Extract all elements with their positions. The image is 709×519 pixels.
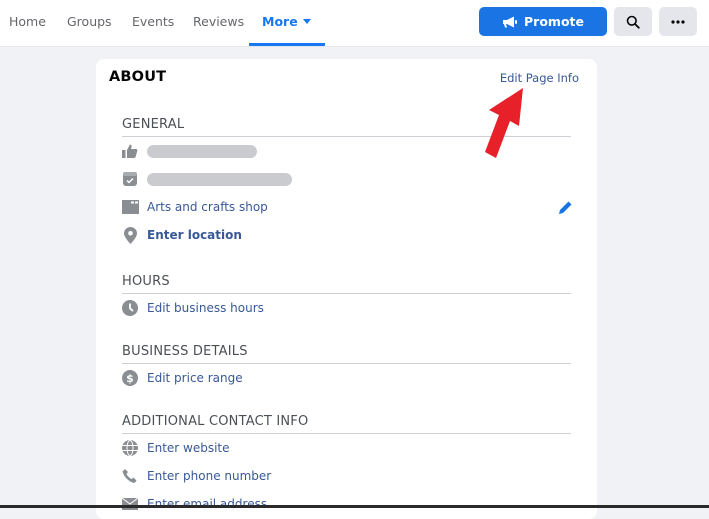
about-title: ABOUT xyxy=(109,69,167,85)
megaphone-icon xyxy=(503,16,517,27)
more-options-button[interactable] xyxy=(659,7,697,36)
caret-down-icon xyxy=(302,19,311,24)
price-range-row[interactable]: $ Edit price range xyxy=(122,364,571,392)
enter-email-link[interactable]: Enter email address xyxy=(147,497,267,511)
hours-heading: HOURS xyxy=(122,274,571,294)
enter-location-link[interactable]: Enter location xyxy=(147,228,242,242)
business-details-heading: BUSINESS DETAILS xyxy=(122,344,571,364)
dollar-icon: $ xyxy=(121,369,139,387)
pencil-icon xyxy=(559,200,573,214)
hours-row[interactable]: Edit business hours xyxy=(122,294,571,322)
ellipsis-icon xyxy=(671,19,685,24)
phone-icon xyxy=(121,467,139,485)
check-box-icon xyxy=(121,170,139,188)
tab-groups[interactable]: Groups xyxy=(67,0,112,44)
edit-price-range-link[interactable]: Edit price range xyxy=(147,371,243,385)
category-row[interactable]: Arts and crafts shop xyxy=(121,193,571,221)
phone-row[interactable]: Enter phone number xyxy=(122,462,571,490)
annotation-arrow-icon xyxy=(485,88,523,158)
tab-more-label: More xyxy=(262,14,298,29)
storefront-icon xyxy=(121,198,139,216)
svg-text:$: $ xyxy=(126,372,134,385)
tab-reviews[interactable]: Reviews xyxy=(193,0,244,44)
hours-section: HOURS Edit business hours xyxy=(122,274,571,322)
tab-more[interactable]: More xyxy=(249,0,325,46)
tab-events[interactable]: Events xyxy=(132,0,174,44)
search-icon xyxy=(626,15,640,29)
clock-icon xyxy=(121,299,139,317)
contact-info-section: ADDITIONAL CONTACT INFO Enter website En… xyxy=(122,414,571,518)
globe-icon xyxy=(121,439,139,457)
enter-website-link[interactable]: Enter website xyxy=(147,441,230,455)
redacted-text xyxy=(147,172,292,186)
promote-label: Promote xyxy=(524,14,584,29)
location-row[interactable]: Enter location xyxy=(122,221,571,249)
tab-home[interactable]: Home xyxy=(9,0,46,44)
email-row[interactable]: Enter email address xyxy=(122,490,571,518)
redacted-text xyxy=(147,144,257,158)
thumbs-up-icon xyxy=(121,142,139,160)
contact-info-heading: ADDITIONAL CONTACT INFO xyxy=(122,414,571,434)
website-row[interactable]: Enter website xyxy=(122,434,571,462)
active-tab-indicator xyxy=(249,43,325,46)
enter-phone-link[interactable]: Enter phone number xyxy=(147,469,271,483)
search-button[interactable] xyxy=(614,7,652,36)
edit-business-hours-link[interactable]: Edit business hours xyxy=(147,301,264,315)
category-text: Arts and crafts shop xyxy=(147,200,268,214)
top-navigation: Home Groups Events Reviews More Promote xyxy=(0,0,709,47)
envelope-icon xyxy=(121,495,139,513)
checkin-row xyxy=(122,165,571,193)
location-pin-icon xyxy=(121,226,139,244)
edit-page-info-link[interactable]: Edit Page Info xyxy=(500,71,579,85)
business-details-section: BUSINESS DETAILS $ Edit price range xyxy=(122,344,571,392)
edit-category-button[interactable] xyxy=(558,200,573,219)
promote-button[interactable]: Promote xyxy=(479,7,607,36)
